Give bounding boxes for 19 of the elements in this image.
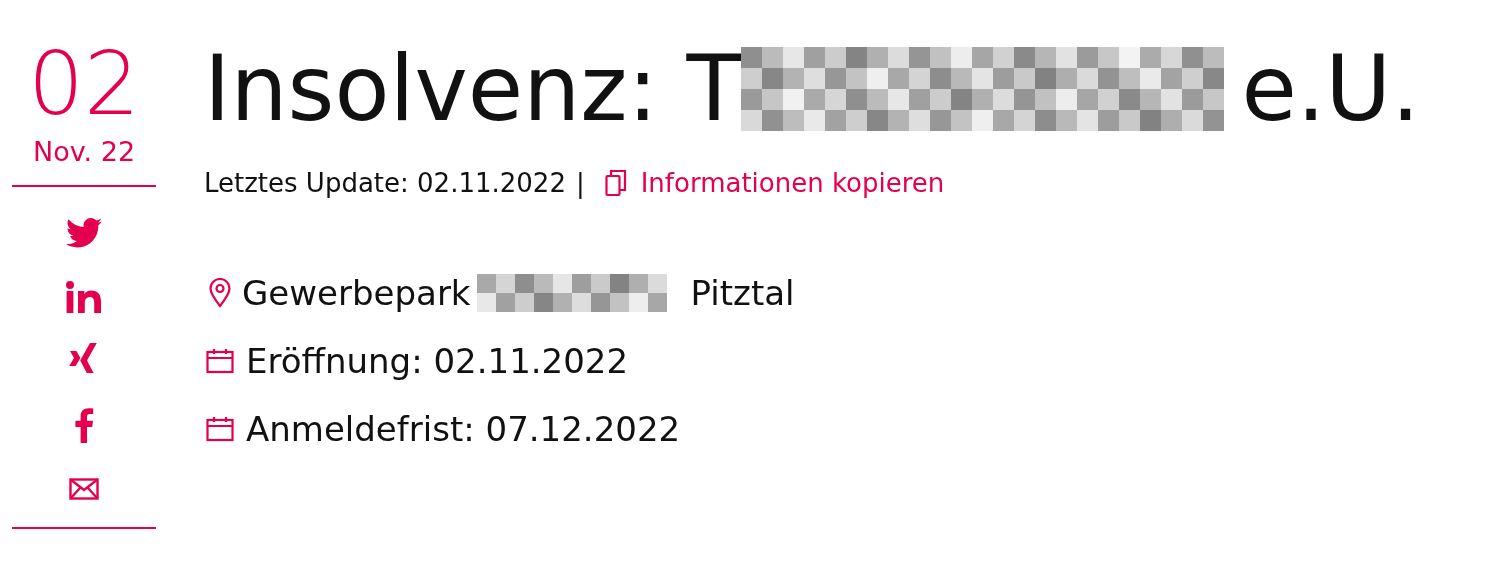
date-detail: Eröffnung: 02.11.2022: [246, 341, 629, 381]
calendar-icon: [206, 348, 234, 374]
copy-icon: [604, 169, 627, 197]
copy-link[interactable]: Informationen kopieren: [604, 168, 945, 198]
linkedin-icon[interactable]: [66, 281, 102, 313]
page-title: Insolvenz: T: [204, 35, 742, 143]
date-detail: Anmeldefrist: 07.12.2022: [246, 409, 681, 449]
month-year: Nov. 22: [32, 136, 136, 167]
page-title: e.U.: [1241, 35, 1420, 143]
separator: |: [575, 168, 585, 198]
bird-icon[interactable]: [66, 218, 102, 248]
mail-icon[interactable]: [69, 478, 99, 500]
day-number: 02: [28, 40, 140, 128]
address: Gewerbepark: [242, 273, 471, 313]
facebook-icon[interactable]: [74, 407, 94, 443]
last-update: Letztes Update: 02.11.2022: [204, 168, 566, 198]
location-pin-icon: [209, 278, 231, 308]
calendar-icon: [206, 416, 234, 442]
address: Pitztal: [690, 273, 795, 313]
